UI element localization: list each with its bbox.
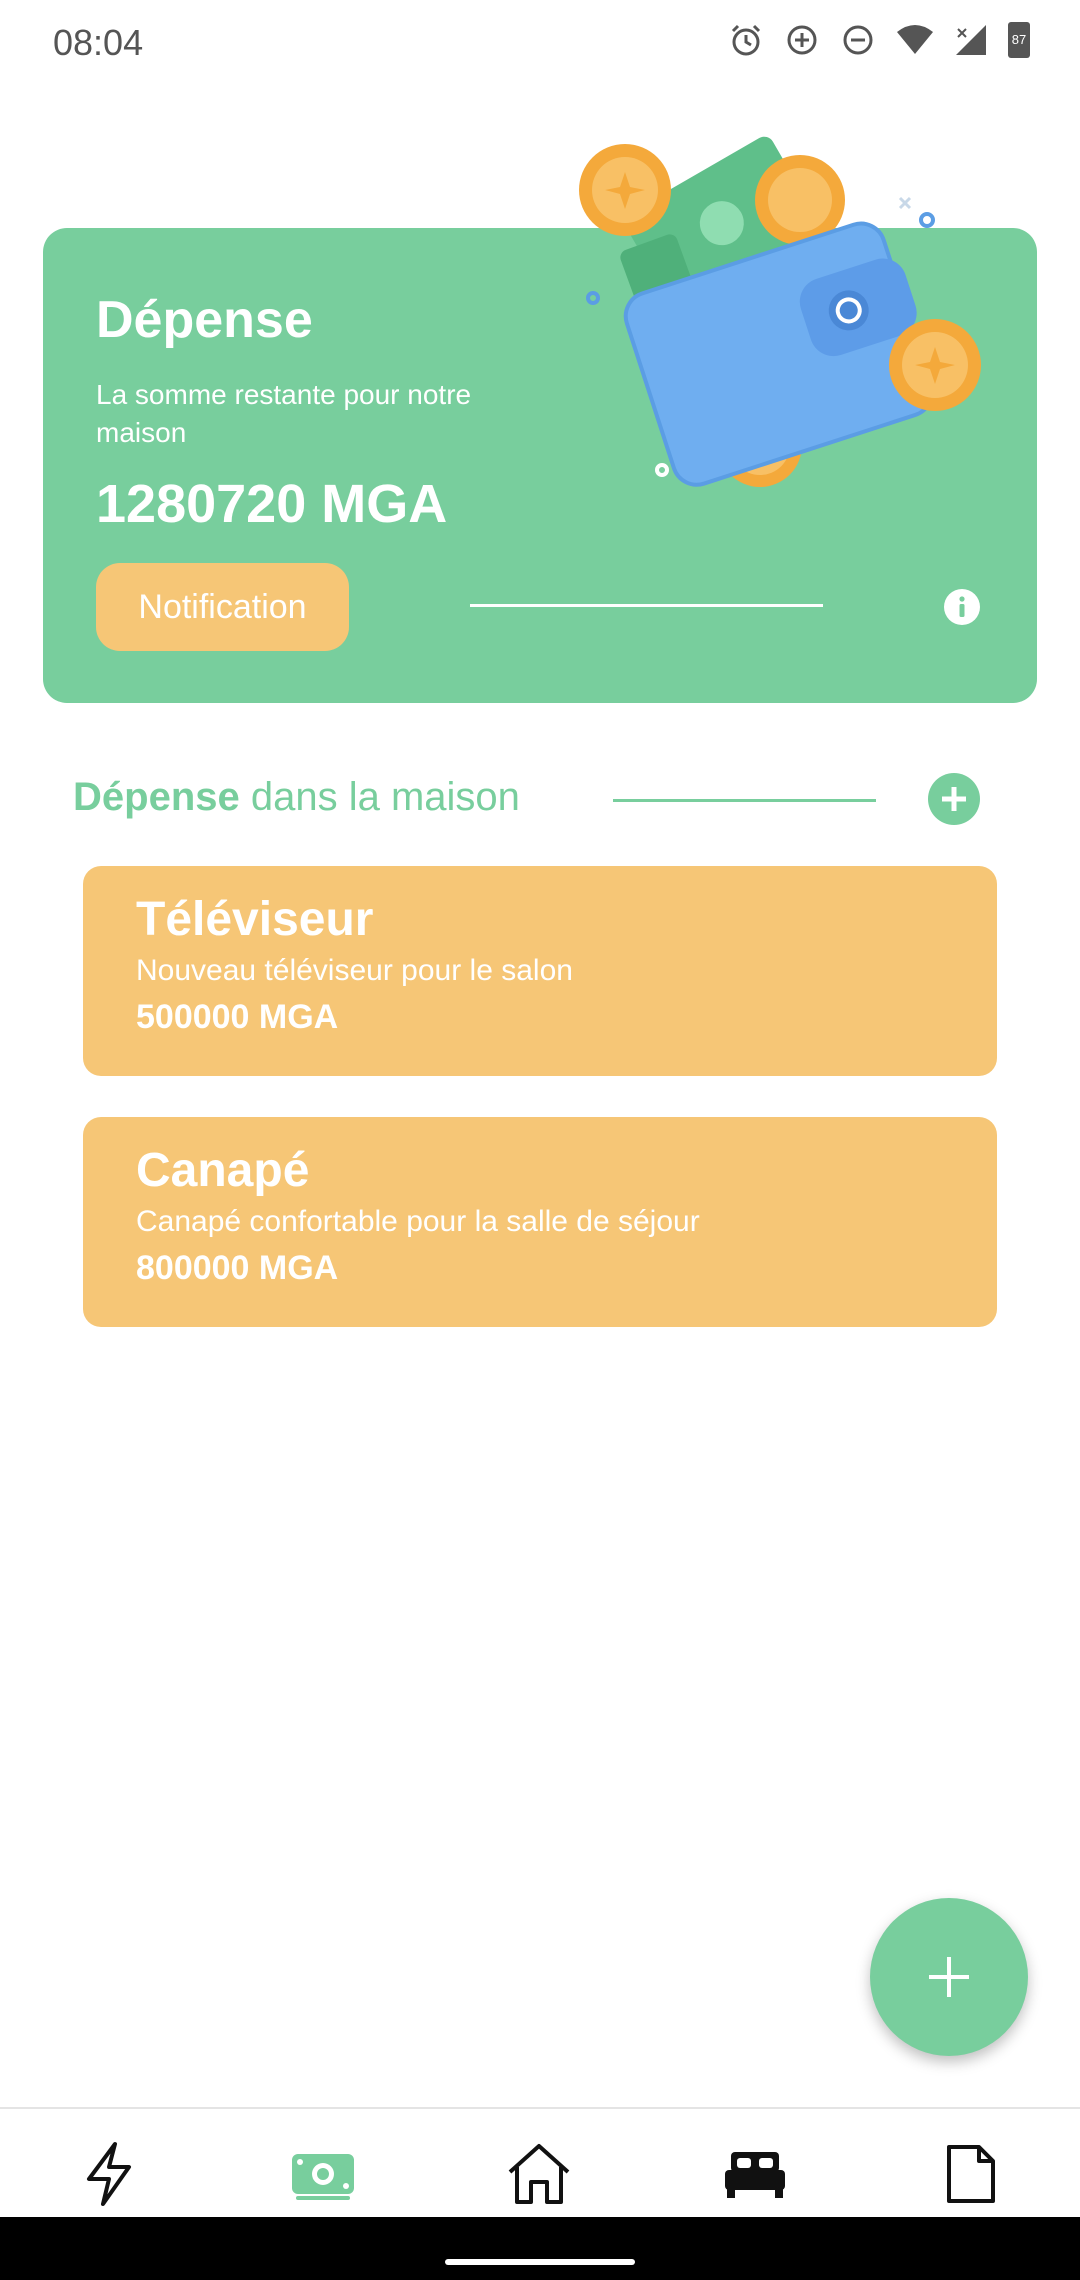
expense-title: Canapé <box>136 1144 310 1197</box>
bottom-navigation <box>0 2107 1080 2219</box>
home-icon <box>508 2144 570 2204</box>
status-bar: 08:04 87 <box>0 0 1080 90</box>
expense-card[interactable]: Canapé Canapé confortable pour la salle … <box>83 1117 997 1327</box>
nav-item-bedroom[interactable] <box>720 2139 790 2209</box>
do-not-disturb-icon <box>843 25 873 55</box>
balance-title: Dépense <box>96 291 313 349</box>
status-time: 08:04 <box>53 22 144 63</box>
add-expense-icon[interactable] <box>928 773 980 825</box>
nav-item-energy[interactable] <box>74 2139 144 2209</box>
data-saver-icon <box>787 25 817 55</box>
battery-level: 87 <box>1011 32 1027 47</box>
expense-title: Téléviseur <box>136 893 374 946</box>
balance-amount: 1280720 MGA <box>96 474 448 534</box>
nav-item-documents[interactable] <box>936 2139 1006 2209</box>
notification-button[interactable]: Notification <box>96 563 349 651</box>
hero-divider <box>470 604 823 607</box>
section-divider <box>613 799 876 802</box>
wallet-illustration <box>579 136 981 487</box>
plus-icon <box>929 1957 969 1997</box>
battery-icon: 87 <box>1008 22 1030 58</box>
fab-add-button[interactable] <box>870 1898 1028 2056</box>
gesture-bar <box>0 2217 1080 2280</box>
expense-description: Canapé confortable pour la salle de séjo… <box>136 1205 700 1238</box>
expense-amount: 500000 MGA <box>136 998 339 1036</box>
nav-item-home[interactable] <box>504 2139 574 2209</box>
gesture-handle[interactable] <box>445 2259 635 2265</box>
section-title: Dépense dans la maison <box>73 775 520 820</box>
alarm-icon <box>731 24 761 56</box>
document-icon <box>947 2145 995 2203</box>
balance-subtitle: La somme restante pour notre maison <box>96 379 472 448</box>
lightning-icon <box>87 2142 131 2206</box>
expense-amount: 800000 MGA <box>136 1249 339 1287</box>
expense-card[interactable]: Téléviseur Nouveau téléviseur pour le sa… <box>83 866 997 1076</box>
wifi-icon <box>897 25 933 54</box>
section-title-rest: dans la maison <box>239 775 520 819</box>
bed-icon <box>725 2152 785 2198</box>
expense-description: Nouveau téléviseur pour le salon <box>136 954 573 987</box>
section-title-bold: Dépense <box>73 775 240 819</box>
signal-icon <box>956 25 986 55</box>
status-icons: 87 <box>728 22 1030 58</box>
money-icon <box>292 2154 354 2200</box>
info-icon[interactable] <box>943 588 981 626</box>
nav-item-money[interactable] <box>288 2139 358 2209</box>
